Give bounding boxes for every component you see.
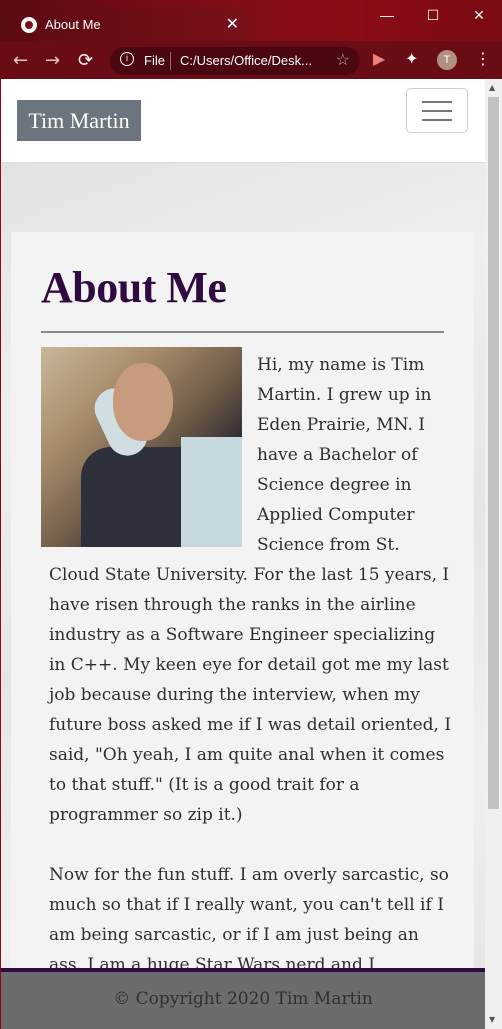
tab-title: About Me: [45, 17, 101, 32]
copyright-text: © Copyright 2020 Tim Martin: [113, 989, 373, 1009]
brand-logo[interactable]: Tim Martin: [17, 100, 141, 141]
divider: [41, 331, 444, 333]
site-navbar: Tim Martin: [1, 79, 485, 163]
page-title: About Me: [41, 263, 227, 312]
hamburger-line: [422, 110, 452, 112]
url-text[interactable]: C:/Users/Office/Desk...: [180, 53, 312, 68]
hamburger-line: [422, 101, 452, 103]
browser-tab[interactable]: About Me ✕: [9, 9, 249, 41]
close-window-button[interactable]: ✕: [456, 0, 502, 30]
browser-toolbar: ← → ⟳ i File C:/Users/Office/Desk... ☆ ▶…: [0, 41, 502, 79]
hamburger-menu-button[interactable]: [406, 88, 468, 133]
scroll-up-icon[interactable]: ▲: [489, 83, 495, 92]
scroll-down-icon[interactable]: ▼: [489, 1015, 495, 1024]
scheme-label: File: [144, 53, 165, 68]
page-viewport: Tim Martin About Me Hi, my name is Tim M…: [1, 79, 485, 1029]
browser-titlebar: About Me ✕ — ☐ ✕: [0, 0, 502, 41]
info-icon[interactable]: i: [120, 52, 134, 66]
minimize-button[interactable]: —: [364, 0, 410, 30]
forward-icon[interactable]: →: [45, 50, 60, 71]
scrollbar-thumb[interactable]: [488, 97, 499, 809]
cast-icon[interactable]: ▶: [373, 49, 385, 68]
profile-avatar[interactable]: T: [437, 50, 457, 70]
site-footer: © Copyright 2020 Tim Martin: [1, 968, 485, 1029]
maximize-button[interactable]: ☐: [410, 0, 456, 30]
tab-close-icon[interactable]: ✕: [226, 14, 239, 34]
vertical-scrollbar[interactable]: ▲ ▼: [485, 79, 502, 1029]
address-bar[interactable]: i File C:/Users/Office/Desk... ☆: [110, 47, 360, 75]
extensions-icon[interactable]: ✦: [405, 49, 418, 68]
omnibox-divider: [170, 52, 171, 70]
reload-icon[interactable]: ⟳: [78, 50, 93, 71]
content-card: About Me Hi, my name is Tim Martin. I gr…: [11, 232, 474, 992]
photo-spacer: [49, 350, 257, 550]
bookmark-star-icon[interactable]: ☆: [336, 50, 350, 70]
back-icon[interactable]: ←: [13, 50, 28, 71]
globe-icon: [21, 17, 37, 33]
menu-icon[interactable]: ⋮: [475, 49, 491, 68]
bio-text: Hi, my name is Tim Martin. I grew up in …: [49, 350, 452, 992]
hamburger-line: [422, 119, 452, 121]
window-controls: — ☐ ✕: [364, 0, 502, 30]
